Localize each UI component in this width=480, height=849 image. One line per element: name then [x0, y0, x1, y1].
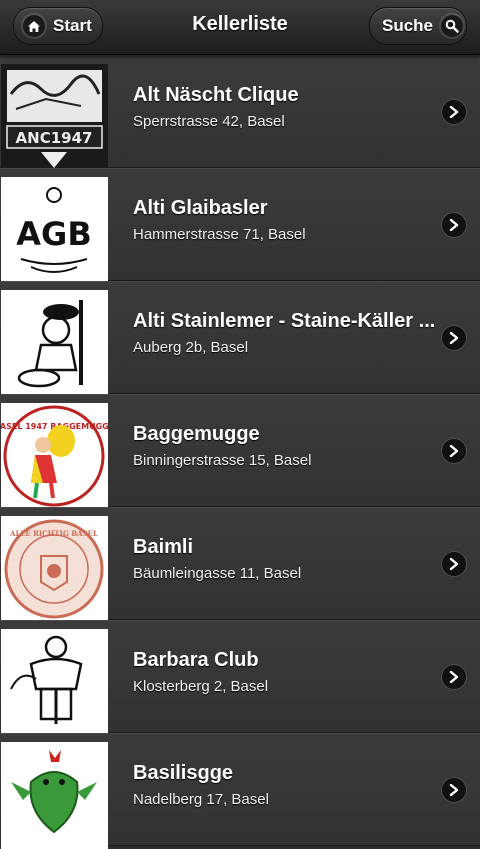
- cellar-list: ANC1947 Alt Näscht Clique Sperrstrasse 4…: [0, 55, 480, 849]
- chevron-right-icon: [442, 100, 466, 124]
- clique-logo: [1, 290, 108, 397]
- chevron-right-icon: [442, 552, 466, 576]
- chevron-right-icon: [442, 326, 466, 350]
- chevron-right-icon: [442, 665, 466, 689]
- item-address: Binningerstrasse 15, Basel: [133, 452, 312, 469]
- logo-text: ALLE RICHTIG BASEL: [9, 529, 98, 538]
- clique-logo: [1, 742, 108, 849]
- search-button-label: Suche: [382, 16, 434, 35]
- item-name: Barbara Club: [133, 649, 259, 671]
- search-button[interactable]: Suche: [369, 7, 467, 45]
- item-address: Sperrstrasse 42, Basel: [133, 113, 285, 130]
- list-item[interactable]: Barbara Club Klosterberg 2, Basel: [0, 620, 480, 736]
- item-name: Alti Glaibasler: [133, 197, 268, 219]
- clique-logo: ANC1947: [1, 64, 108, 171]
- list-item[interactable]: ANC1947 Alt Näscht Clique Sperrstrasse 4…: [0, 55, 480, 171]
- chevron-right-icon: [442, 213, 466, 237]
- item-name: Baimli: [133, 536, 194, 558]
- chevron-right-icon: [442, 778, 466, 802]
- item-address: Klosterberg 2, Basel: [133, 678, 269, 695]
- item-name: Baggemugge: [133, 423, 260, 445]
- clique-logo: AGB: [1, 177, 108, 284]
- logo-text: AGB: [16, 215, 91, 253]
- item-address: Auberg 2b, Basel: [133, 339, 249, 356]
- item-name: Alti Stainlemer - Staine-Käller ...: [133, 310, 436, 332]
- header-bar: Start Kellerliste Suche: [0, 0, 480, 55]
- clique-logo: BASEL 1947 BAGGEMUGGE: [1, 403, 108, 510]
- logo-text: ANC1947: [16, 129, 93, 147]
- item-address: Bäumleingasse 11, Basel: [133, 565, 302, 582]
- list-item[interactable]: AGB Alti Glaibasler Hammerstrasse 71, Ba…: [0, 168, 480, 284]
- clique-logo: ALLE RICHTIG BASEL: [1, 516, 108, 623]
- list-item[interactable]: ALLE RICHTIG BASEL Baimli Bäumleingasse …: [0, 507, 480, 623]
- list-item[interactable]: BASEL 1947 BAGGEMUGGE Baggemugge Binning…: [0, 394, 480, 510]
- search-icon: [441, 15, 464, 37]
- list-item[interactable]: Basilisgge Nadelberg 17, Basel: [0, 733, 480, 849]
- list-item[interactable]: Alti Stainlemer - Staine-Käller ... Aube…: [0, 281, 480, 397]
- chevron-right-icon: [442, 439, 466, 463]
- item-name: Alt Näscht Clique: [133, 84, 299, 106]
- item-name: Basilisgge: [133, 762, 234, 784]
- item-address: Hammerstrasse 71, Basel: [133, 226, 306, 243]
- clique-logo: [1, 629, 108, 736]
